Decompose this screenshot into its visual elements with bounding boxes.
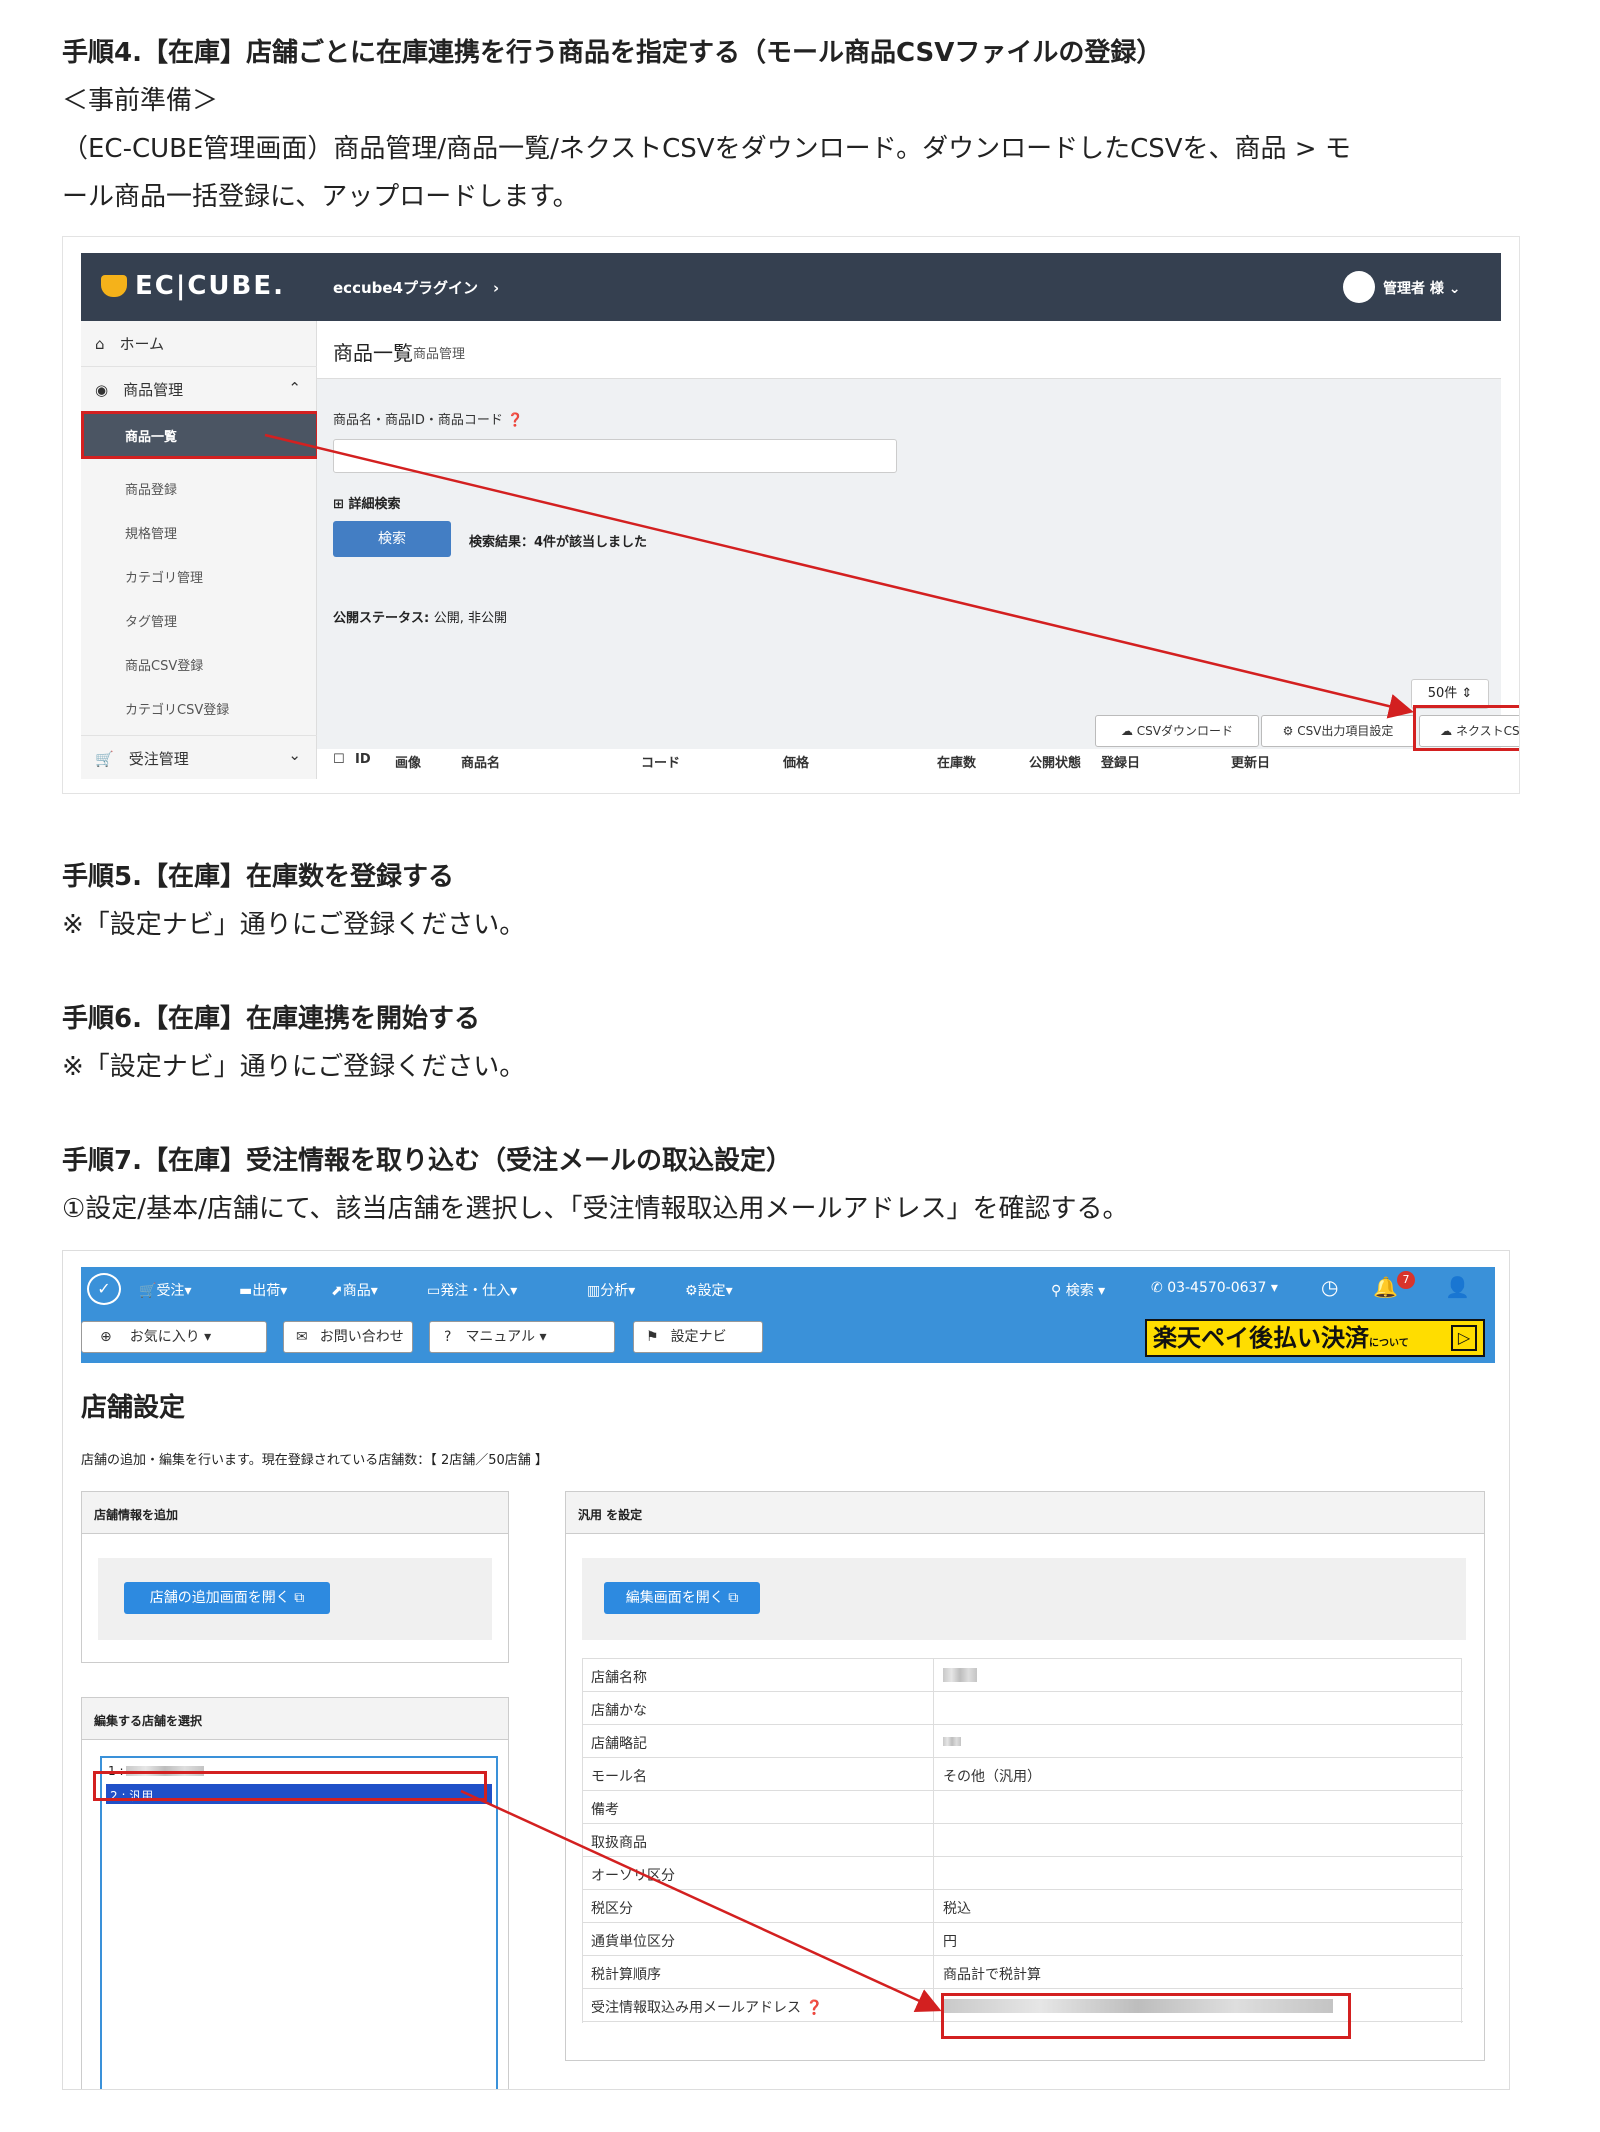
step5-note: ※「設定ナビ」通りにご登録ください。 [62,910,526,940]
eccube-screenshot: EC|CUBE. eccube4プラグイン › 管理者 様 ⌄ ⌂ ホーム ◉ … [62,236,1520,794]
step4-heading: 手順4.【在庫】店舗ごとに在庫連携を行う商品を指定する（モール商品CSVファイル… [62,38,1163,68]
step7-body: ①設定/基本/店舗にて、該当店舗を選択し、「受注情報取込用メールアドレス」を確認… [62,1194,1129,1224]
step5-heading: 手順5.【在庫】在庫数を登録する [62,862,454,892]
step6-heading: 手順6.【在庫】在庫連携を開始する [62,1004,480,1034]
step6-note: ※「設定ナビ」通りにご登録ください。 [62,1052,526,1082]
nextengine-screenshot: ✓ 🛒受注▾ ▬出荷▾ ⬈商品▾ ▭発注・仕入▾ ▥分析▾ ⚙設定▾ ⚲ 検索 … [62,1250,1510,2090]
step4-body-line2: ール商品一括登録に、アップロードします。 [62,182,579,212]
step4-prep: ＜事前準備＞ [62,86,219,116]
arrow-overlay [264,433,1414,719]
step7-heading: 手順7.【在庫】受注情報を取り込む（受注メールの取込設定） [62,1146,792,1176]
step4-body-line1: （EC-CUBE管理画面）商品管理/商品一覧/ネクストCSVをダウンロード。ダウ… [62,134,1351,164]
arrow-overlay [460,1789,942,2013]
